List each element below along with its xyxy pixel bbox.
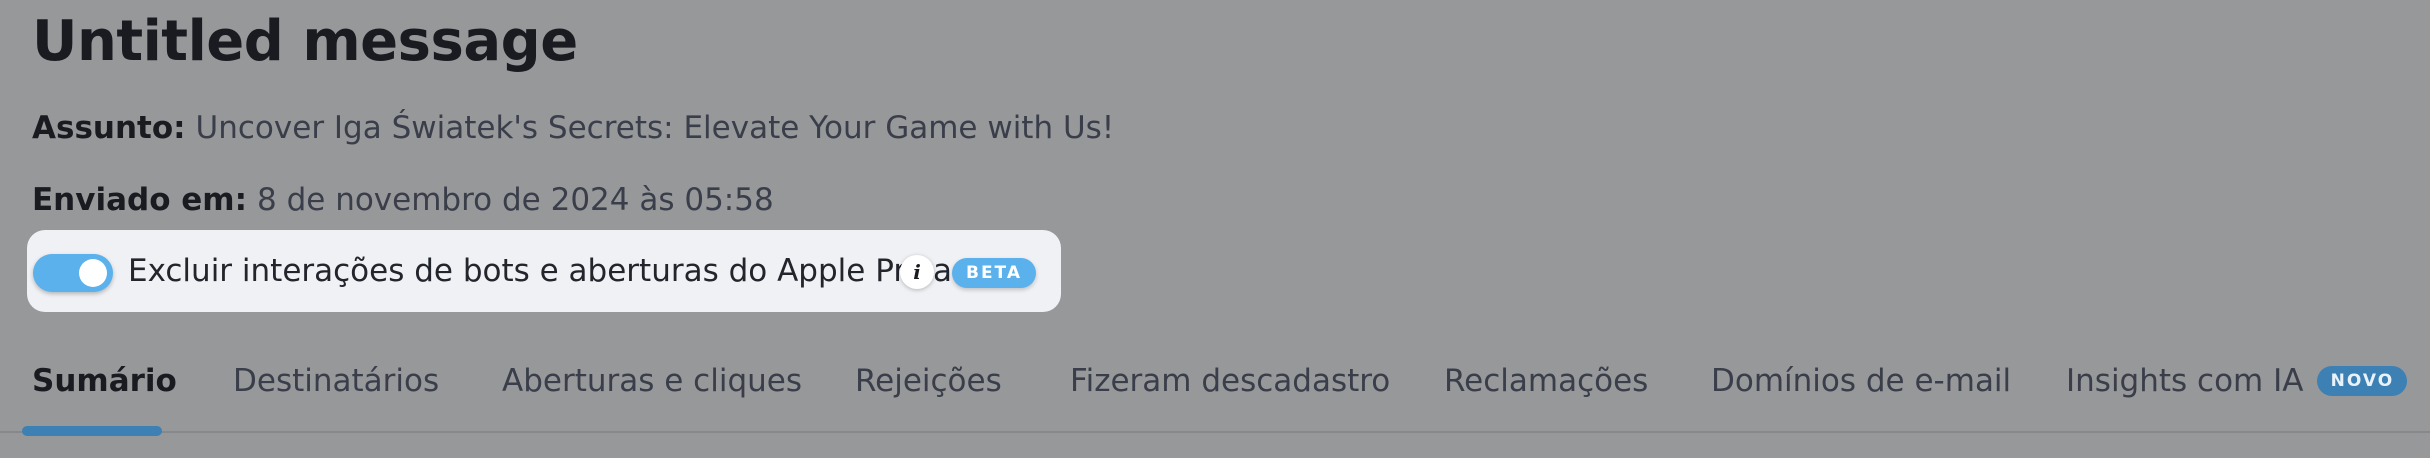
report-tabs: Sumário Destinatários Aberturas e clique… [0, 358, 2430, 438]
tab-ai-insights[interactable]: Insights com IA NOVO [2066, 358, 2408, 404]
tab-summary[interactable]: Sumário [32, 358, 177, 404]
tab-recipients[interactable]: Destinatários [233, 358, 439, 404]
bot-filter-panel: Excluir interações de bots e aberturas d… [27, 230, 1061, 312]
bot-filter-label: Excluir interações de bots e aberturas d… [128, 253, 988, 289]
info-icon[interactable]: i [900, 255, 934, 289]
bot-filter-toggle[interactable] [33, 254, 113, 292]
toggle-knob [79, 259, 107, 287]
sent-date-value: 8 de novembro de 2024 às 05:58 [257, 182, 774, 218]
subject-row: Assunto: Uncover Iga Światek's Secrets: E… [32, 108, 1114, 148]
beta-badge: BETA [952, 258, 1036, 288]
novo-badge: NOVO [2317, 365, 2408, 396]
active-tab-indicator [22, 426, 162, 436]
tab-email-domains[interactable]: Domínios de e-mail [1711, 358, 2011, 404]
subject-label: Assunto: [32, 110, 186, 146]
tab-ai-insights-label: Insights com IA [2066, 363, 2304, 399]
tab-opens-clicks[interactable]: Aberturas e cliques [502, 358, 802, 404]
subject-value: Uncover Iga Światek's Secrets: Elevate Y… [195, 110, 1115, 146]
tab-unsubscribes[interactable]: Fizeram descadastro [1070, 358, 1390, 404]
sent-date-row: Enviado em: 8 de novembro de 2024 às 05:5… [32, 180, 774, 220]
tab-bounces[interactable]: Rejeições [855, 358, 1002, 404]
sent-date-label: Enviado em: [32, 182, 248, 218]
tab-complaints[interactable]: Reclamações [1444, 358, 1648, 404]
tabs-divider [0, 431, 2430, 433]
page-title: Untitled message [32, 9, 578, 74]
